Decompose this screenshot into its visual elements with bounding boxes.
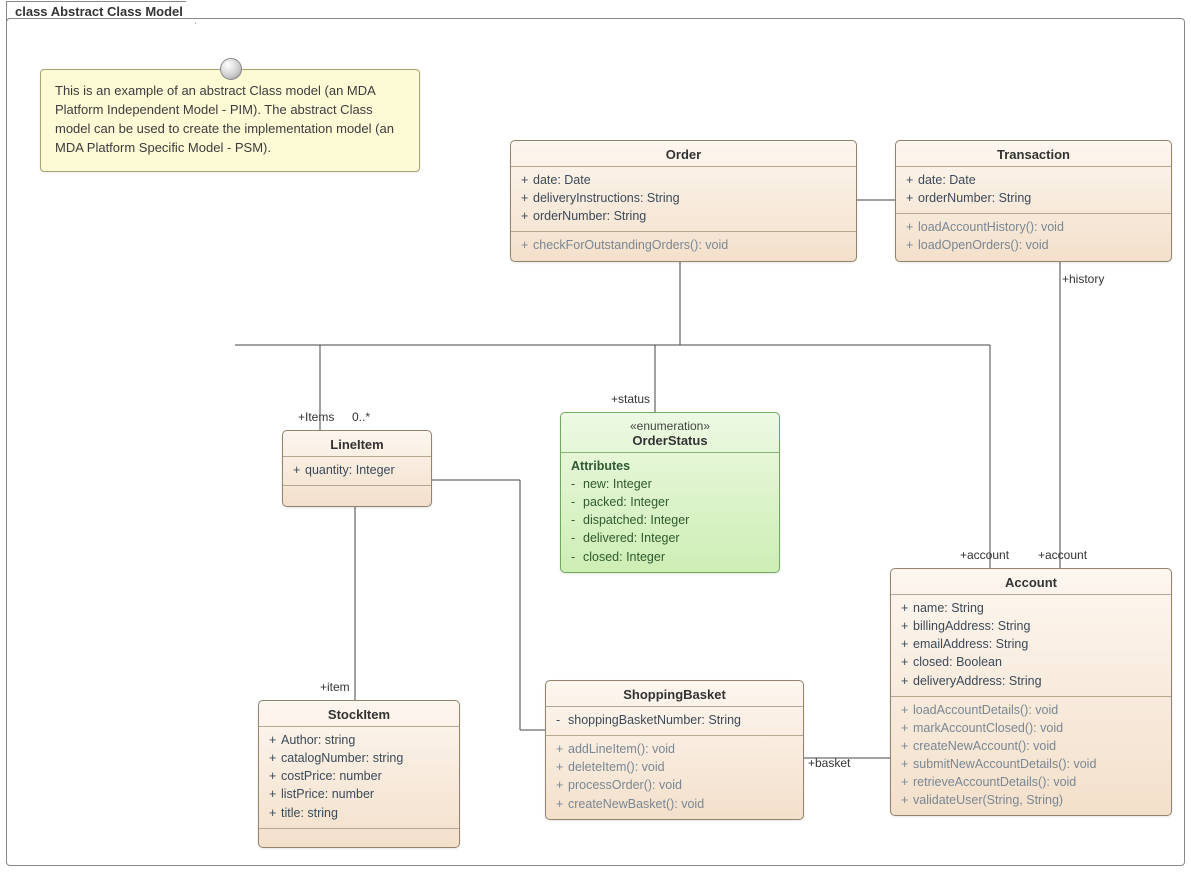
class-stockitem[interactable]: StockItem +Author: string +catalogNumber… bbox=[258, 700, 460, 848]
method: loadAccountDetails(): void bbox=[913, 703, 1058, 717]
attr: shoppingBasketNumber: String bbox=[568, 713, 741, 727]
method: markAccountClosed(): void bbox=[913, 721, 1063, 735]
class-account[interactable]: Account +name: String +billingAddress: S… bbox=[890, 568, 1172, 816]
attr: costPrice: number bbox=[281, 769, 382, 783]
attr: catalogNumber: string bbox=[281, 751, 403, 765]
class-stockitem-attrs: +Author: string +catalogNumber: string +… bbox=[259, 727, 459, 829]
method: processOrder(): void bbox=[568, 778, 682, 792]
attr: closed: Boolean bbox=[913, 655, 1002, 669]
attributes-header: Attributes bbox=[571, 457, 769, 475]
attr: title: string bbox=[281, 806, 338, 820]
attr: emailAddress: String bbox=[913, 637, 1028, 651]
class-stockitem-methods bbox=[259, 829, 459, 847]
attr: dispatched: Integer bbox=[583, 513, 689, 527]
attr: quantity: Integer bbox=[305, 463, 395, 477]
attr: date: Date bbox=[533, 173, 591, 187]
method: createNewBasket(): void bbox=[568, 797, 704, 811]
class-orderstatus[interactable]: «enumeration» OrderStatus Attributes -ne… bbox=[560, 412, 780, 573]
attr: orderNumber: String bbox=[533, 209, 646, 223]
method: retrieveAccountDetails(): void bbox=[913, 775, 1076, 789]
method: createNewAccount(): void bbox=[913, 739, 1056, 753]
class-orderstatus-attrs: Attributes -new: Integer -packed: Intege… bbox=[561, 453, 779, 572]
class-lineitem-title: LineItem bbox=[283, 431, 431, 457]
class-lineitem-attrs: +quantity: Integer bbox=[283, 457, 431, 486]
class-order-attrs: +date: Date +deliveryInstructions: Strin… bbox=[511, 167, 856, 232]
method: validateUser(String, String) bbox=[913, 793, 1063, 807]
attr: delivered: Integer bbox=[583, 531, 680, 545]
method: checkForOutstandingOrders(): void bbox=[533, 238, 728, 252]
attr: deliveryInstructions: String bbox=[533, 191, 680, 205]
frame-title-prefix: class bbox=[15, 4, 48, 19]
class-stockitem-title: StockItem bbox=[259, 701, 459, 727]
note-text: This is an example of an abstract Class … bbox=[55, 83, 394, 155]
class-account-methods: +loadAccountDetails(): void +markAccount… bbox=[891, 697, 1171, 816]
class-shoppingbasket-methods: +addLineItem(): void +deleteItem(): void… bbox=[546, 736, 803, 819]
method: loadAccountHistory(): void bbox=[918, 220, 1064, 234]
attr: packed: Integer bbox=[583, 495, 669, 509]
note-pin-icon bbox=[220, 58, 242, 80]
class-transaction-attrs: +date: Date +orderNumber: String bbox=[896, 167, 1171, 214]
method: submitNewAccountDetails(): void bbox=[913, 757, 1096, 771]
attr: deliveryAddress: String bbox=[913, 674, 1042, 688]
attr: orderNumber: String bbox=[918, 191, 1031, 205]
attr: name: String bbox=[913, 601, 984, 615]
class-transaction[interactable]: Transaction +date: Date +orderNumber: St… bbox=[895, 140, 1172, 262]
class-lineitem-methods bbox=[283, 486, 431, 506]
class-transaction-title: Transaction bbox=[896, 141, 1171, 167]
method: addLineItem(): void bbox=[568, 742, 675, 756]
attr: new: Integer bbox=[583, 477, 652, 491]
attr: billingAddress: String bbox=[913, 619, 1030, 633]
attr: date: Date bbox=[918, 173, 976, 187]
class-shoppingbasket-attrs: -shoppingBasketNumber: String bbox=[546, 707, 803, 736]
attr: Author: string bbox=[281, 733, 355, 747]
class-orderstatus-title: «enumeration» OrderStatus bbox=[561, 413, 779, 453]
attr: listPrice: number bbox=[281, 787, 374, 801]
class-lineitem[interactable]: LineItem +quantity: Integer bbox=[282, 430, 432, 507]
class-order-methods: +checkForOutstandingOrders(): void bbox=[511, 232, 856, 260]
attr: closed: Integer bbox=[583, 550, 665, 564]
class-order-title: Order bbox=[511, 141, 856, 167]
class-name: OrderStatus bbox=[632, 433, 707, 448]
method: loadOpenOrders(): void bbox=[918, 238, 1049, 252]
frame-title-text: Abstract Class Model bbox=[51, 4, 183, 19]
diagram-note: This is an example of an abstract Class … bbox=[40, 69, 420, 172]
uml-canvas: class Abstract Class Model +Items 0..* +… bbox=[0, 0, 1191, 872]
class-transaction-methods: +loadAccountHistory(): void +loadOpenOrd… bbox=[896, 214, 1171, 260]
method: deleteItem(): void bbox=[568, 760, 665, 774]
class-account-title: Account bbox=[891, 569, 1171, 595]
class-shoppingbasket[interactable]: ShoppingBasket -shoppingBasketNumber: St… bbox=[545, 680, 804, 820]
class-order[interactable]: Order +date: Date +deliveryInstructions:… bbox=[510, 140, 857, 262]
class-account-attrs: +name: String +billingAddress: String +e… bbox=[891, 595, 1171, 697]
class-shoppingbasket-title: ShoppingBasket bbox=[546, 681, 803, 707]
stereotype: «enumeration» bbox=[567, 419, 773, 433]
